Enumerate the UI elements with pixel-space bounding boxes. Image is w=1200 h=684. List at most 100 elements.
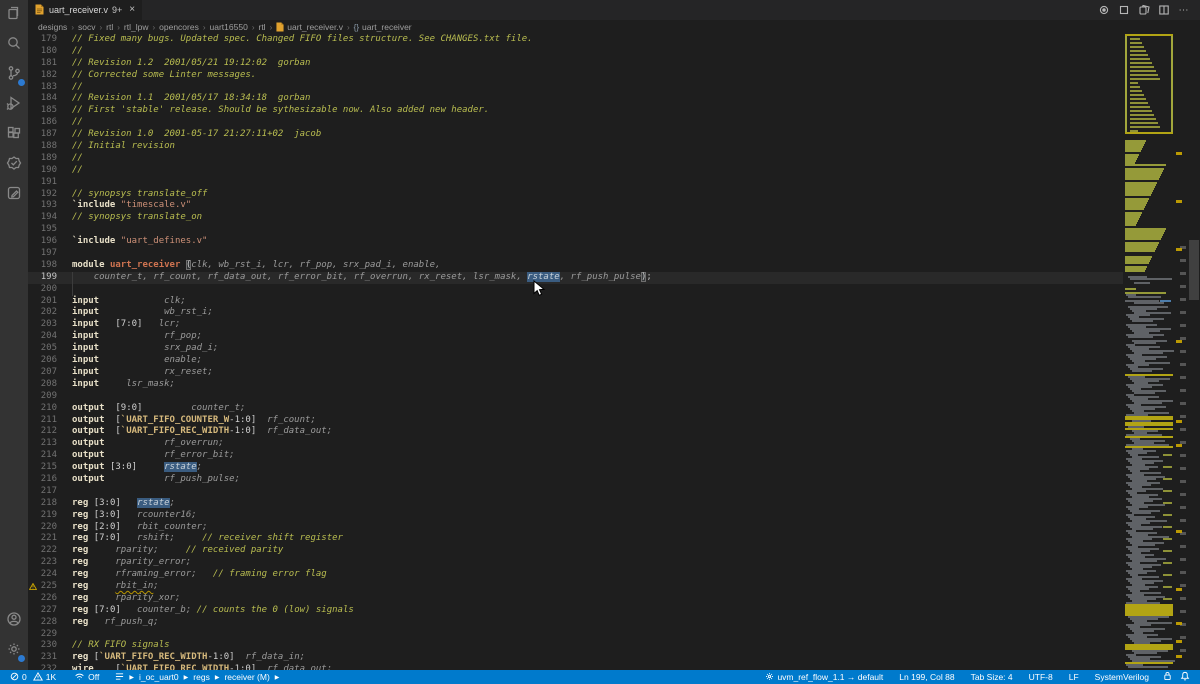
code-line[interactable]: 194// synopsys translate_on	[28, 212, 1123, 224]
cursor-position-status[interactable]: Ln 199, Col 88	[895, 670, 958, 684]
gutter[interactable]	[28, 34, 38, 46]
language-mode-status[interactable]: SystemVerilog	[1091, 670, 1153, 684]
code-line[interactable]: 184// Revision 1.1 2001/05/17 18:34:18 g…	[28, 93, 1123, 105]
code-line[interactable]: 188// Initial revision	[28, 141, 1123, 153]
gutter[interactable]	[28, 117, 38, 129]
encoding-status[interactable]: UTF-8	[1025, 670, 1057, 684]
code-line[interactable]: 193`include "timescale.v"	[28, 200, 1123, 212]
gutter[interactable]	[28, 236, 38, 248]
code-line[interactable]: 192// synopsys translate_off	[28, 189, 1123, 201]
gutter[interactable]	[28, 605, 38, 617]
tab-uart-receiver[interactable]: uart_receiver.v 9+ ×	[28, 0, 142, 20]
code-line[interactable]: 179// Fixed many bugs. Updated spec. Cha…	[28, 34, 1123, 46]
gutter[interactable]	[28, 46, 38, 58]
gutter[interactable]	[28, 391, 38, 403]
code-line[interactable]: 223reg rparity_error;	[28, 557, 1123, 569]
gutter[interactable]	[28, 438, 38, 450]
gutter[interactable]	[28, 426, 38, 438]
sidebar-item-source-control[interactable]	[0, 60, 28, 90]
gutter[interactable]	[28, 93, 38, 105]
code-line[interactable]: 216output rf_push_pulse;	[28, 474, 1123, 486]
code-line[interactable]: 209	[28, 391, 1123, 403]
module-hierarchy-status[interactable]: ▶i_oc_uart0▶regs▶receiver (M)▶	[111, 670, 285, 684]
code-line[interactable]: 189//	[28, 153, 1123, 165]
breadcrumb-item[interactable]: rtl	[106, 22, 113, 32]
code-line[interactable]: 212output [`UART_FIFO_REC_WIDTH-1:0] rf_…	[28, 426, 1123, 438]
minimap[interactable]	[1123, 34, 1176, 670]
code-line[interactable]: 220reg [2:0] rbit_counter;	[28, 522, 1123, 534]
code-line[interactable]: 196`include "uart_defines.v"	[28, 236, 1123, 248]
gutter[interactable]	[28, 569, 38, 581]
gutter[interactable]	[28, 533, 38, 545]
sidebar-item-search[interactable]	[0, 30, 28, 60]
eol-status[interactable]: LF	[1065, 670, 1083, 684]
gutter[interactable]	[28, 462, 38, 474]
gutter[interactable]	[28, 629, 38, 641]
gutter[interactable]	[28, 260, 38, 272]
code-line[interactable]: 197	[28, 248, 1123, 260]
gutter[interactable]	[28, 153, 38, 165]
code-line[interactable]: 195	[28, 224, 1123, 236]
gutter[interactable]	[28, 58, 38, 70]
code-line[interactable]: 205input srx_pad_i;	[28, 343, 1123, 355]
gutter[interactable]	[28, 652, 38, 664]
gutter[interactable]	[28, 343, 38, 355]
code-line[interactable]: 215output [3:0] rstate;	[28, 462, 1123, 474]
code-line[interactable]: 221reg [7:0] rshift; // receiver shift r…	[28, 533, 1123, 545]
gutter[interactable]	[28, 403, 38, 415]
code-line[interactable]: 186//	[28, 117, 1123, 129]
breadcrumb-item[interactable]: socv	[78, 22, 95, 32]
gutter[interactable]	[28, 593, 38, 605]
code-line[interactable]: 201input clk;	[28, 296, 1123, 308]
code-line[interactable]: 211output [`UART_FIFO_COUNTER_W-1:0] rf_…	[28, 415, 1123, 427]
task-status[interactable]: uvm_ref_flow_1.1 → default	[761, 670, 887, 684]
code-line[interactable]: 190//	[28, 165, 1123, 177]
code-line[interactable]: 183//	[28, 82, 1123, 94]
open-changes-button[interactable]	[1136, 2, 1152, 18]
gutter[interactable]	[28, 581, 38, 593]
code-line[interactable]: 217	[28, 486, 1123, 498]
vertical-scrollbar[interactable]	[1188, 34, 1200, 670]
breadcrumb-item[interactable]: rtl_lpw	[124, 22, 149, 32]
gutter[interactable]	[28, 474, 38, 486]
gutter[interactable]	[28, 284, 38, 296]
notifications-status[interactable]	[1176, 670, 1194, 684]
code-line[interactable]: 181// Revision 1.2 2001/05/21 19:12:02 g…	[28, 58, 1123, 70]
gutter[interactable]	[28, 617, 38, 629]
code-line[interactable]: 228reg rf_push_q;	[28, 617, 1123, 629]
sidebar-item-notebook[interactable]	[0, 180, 28, 210]
gutter[interactable]	[28, 498, 38, 510]
code-line[interactable]: 219reg [3:0] rcounter16;	[28, 510, 1123, 522]
gutter[interactable]	[28, 355, 38, 367]
code-line[interactable]: 210output [9:0] counter_t;	[28, 403, 1123, 415]
code-line[interactable]: 187// Revision 1.0 2001-05-17 21:27:11+0…	[28, 129, 1123, 141]
code-line[interactable]: 199 counter_t, rf_count, rf_data_out, rf…	[28, 272, 1123, 284]
sidebar-item-run-debug[interactable]	[0, 90, 28, 120]
code-line[interactable]: 225reg rbit_in;	[28, 581, 1123, 593]
gutter[interactable]	[28, 165, 38, 177]
gutter[interactable]	[28, 129, 38, 141]
settings-button[interactable]	[0, 636, 28, 666]
tabnine-status[interactable]	[1159, 670, 1176, 684]
gutter[interactable]	[28, 486, 38, 498]
breadcrumb-item[interactable]: rtl	[258, 22, 265, 32]
gutter[interactable]	[28, 450, 38, 462]
gutter[interactable]	[28, 189, 38, 201]
breadcrumb-item[interactable]: opencores	[159, 22, 199, 32]
gutter[interactable]	[28, 367, 38, 379]
split-editor-button[interactable]	[1156, 2, 1172, 18]
gutter[interactable]	[28, 105, 38, 117]
gutter[interactable]	[28, 640, 38, 652]
sidebar-item-extensions[interactable]	[0, 120, 28, 150]
gutter[interactable]	[28, 141, 38, 153]
connection-status[interactable]: Off	[70, 670, 103, 684]
code-line[interactable]: 185// First 'stable' release. Should be …	[28, 105, 1123, 117]
code-line[interactable]: 230// RX FIFO signals	[28, 640, 1123, 652]
code-line[interactable]: 204input rf_pop;	[28, 331, 1123, 343]
breadcrumb-item[interactable]: designs	[38, 22, 67, 32]
close-icon[interactable]: ×	[129, 5, 135, 15]
gutter[interactable]	[28, 545, 38, 557]
gutter[interactable]	[28, 522, 38, 534]
run-settings-button[interactable]	[1096, 2, 1112, 18]
code-line[interactable]: 203input [7:0] lcr;	[28, 319, 1123, 331]
